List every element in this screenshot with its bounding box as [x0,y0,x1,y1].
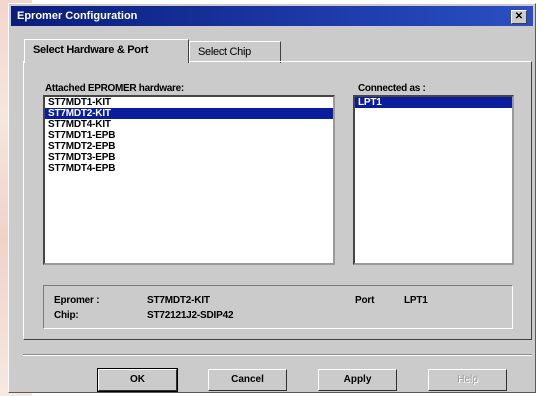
selection-summary [43,285,513,329]
tab-label: Select Chip [198,46,251,58]
divider [23,354,532,356]
list-item[interactable]: ST7MDT3-EPB [45,152,333,163]
connection-listbox[interactable]: LPT1 [353,95,514,265]
hardware-listbox[interactable]: ST7MDT1-KIT ST7MDT2-KIT ST7MDT4-KIT ST7M… [43,95,335,265]
port-label: Port [355,295,375,306]
list-item[interactable]: ST7MDT2-EPB [45,141,333,152]
cancel-button[interactable]: Cancel [208,369,287,391]
hardware-list-label: Attached EPROMER hardware: [45,83,184,94]
close-icon[interactable]: ✕ [511,10,527,24]
connection-list-label: Connected as : [358,83,426,94]
list-item[interactable]: ST7MDT1-KIT [45,97,333,108]
chip-label: Chip: [54,310,79,321]
list-item[interactable]: ST7MDT4-KIT [45,119,333,130]
tab-select-chip[interactable]: Select Chip [189,41,281,63]
title-bar: Epromer Configuration ✕ [11,6,533,26]
ok-button[interactable]: OK [97,368,178,392]
tab-label: Select Hardware & Port [33,44,149,56]
window-title: Epromer Configuration [17,10,138,22]
epromer-label: Epromer : [54,295,100,306]
epromer-value: ST7MDT2-KIT [147,295,210,306]
port-value: LPT1 [404,295,428,306]
chip-value: ST72121J2-SDIP42 [147,310,234,321]
tab-select-hardware-port[interactable]: Select Hardware & Port [24,39,189,63]
list-item-selected[interactable]: ST7MDT2-KIT [45,108,333,119]
list-item-selected[interactable]: LPT1 [355,97,512,108]
list-item[interactable]: ST7MDT4-EPB [45,163,333,174]
help-button[interactable]: Help [428,369,507,391]
list-item[interactable]: ST7MDT1-EPB [45,130,333,141]
apply-button[interactable]: Apply [318,369,397,391]
epromer-configuration-dialog: Epromer Configuration ✕ Select Hardware … [8,3,536,393]
